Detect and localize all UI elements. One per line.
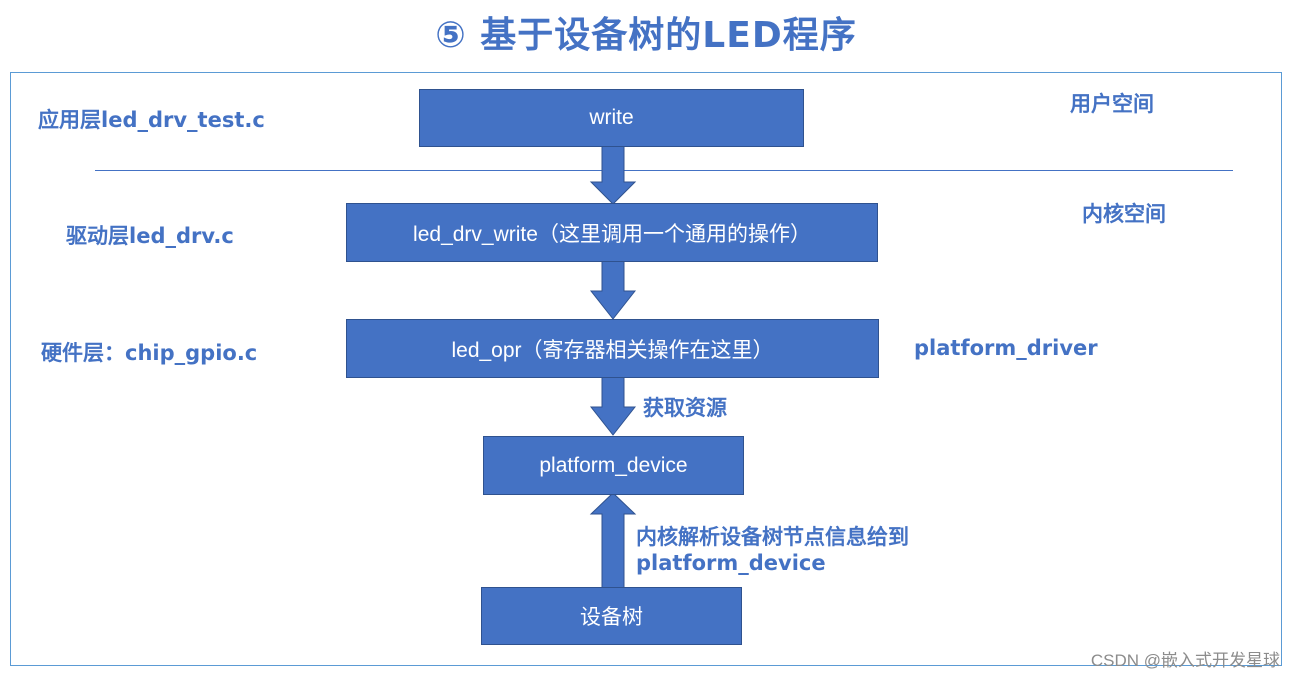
kernel-space-label: 内核空间	[1082, 202, 1166, 226]
parse-device-tree-label-line1: 内核解析设备树节点信息给到	[636, 525, 909, 549]
diagram-title: ⑤ 基于设备树的LED程序	[435, 15, 857, 56]
app-layer-label: 应用层led_drv_test.c	[38, 108, 265, 132]
led-opr-box: led_opr（寄存器相关操作在这里）	[346, 319, 879, 378]
arrow-down-icon	[589, 377, 637, 436]
parse-device-tree-label-line2: platform_device	[636, 551, 826, 575]
user-space-label: 用户空间	[1070, 92, 1154, 116]
arrow-down-icon	[589, 261, 637, 320]
arrow-up-icon	[589, 492, 637, 590]
driver-layer-label: 驱动层led_drv.c	[66, 224, 234, 248]
device-tree-box-label: 设备树	[580, 606, 643, 629]
watermark: CSDN @嵌入式开发星球	[1090, 651, 1280, 670]
led-opr-box-label: led_opr（寄存器相关操作在这里）	[451, 338, 774, 362]
led-drv-write-box: led_drv_write（这里调用一个通用的操作）	[346, 203, 878, 262]
get-resources-label: 获取资源	[643, 396, 727, 420]
write-box-label: write	[589, 106, 634, 129]
user-kernel-divider	[95, 170, 1233, 171]
hardware-layer-label: 硬件层：chip_gpio.c	[41, 341, 258, 365]
write-box: write	[419, 89, 804, 147]
device-tree-box: 设备树	[481, 587, 742, 645]
platform-driver-label: platform_driver	[914, 336, 1098, 360]
arrow-down-icon	[589, 146, 637, 205]
platform-device-box: platform_device	[483, 436, 744, 495]
led-drv-write-box-label: led_drv_write（这里调用一个通用的操作）	[413, 222, 811, 246]
platform-device-box-label: platform_device	[539, 453, 688, 477]
